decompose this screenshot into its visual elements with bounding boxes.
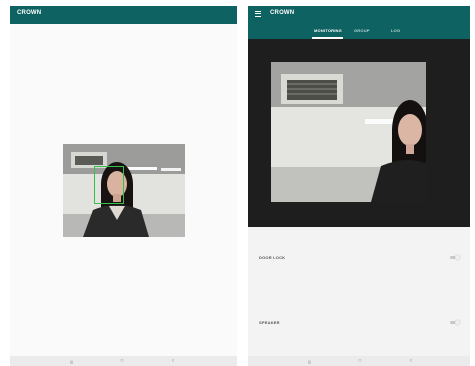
speaker-label: SPEAKER <box>259 320 280 325</box>
back-icon[interactable]: ‹ <box>172 358 174 364</box>
tab-bar: MONITORING GROUP LOG <box>248 26 470 39</box>
toggle-thumb <box>455 255 460 260</box>
tab-group[interactable]: GROUP <box>354 28 370 33</box>
app-bar: CROWN MONITORING GROUP LOG <box>248 6 470 39</box>
home-icon[interactable]: ○ <box>358 358 362 364</box>
face-detection-box <box>94 166 124 204</box>
door-lock-label: DOOR LOCK <box>259 255 286 260</box>
app-title: CROWN <box>270 10 295 16</box>
speaker-setting: SPEAKER <box>259 319 460 327</box>
live-camera-feed <box>271 62 426 202</box>
recent-apps-icon[interactable]: ||| <box>70 359 73 365</box>
monitoring-panel <box>248 39 470 227</box>
toggle-thumb <box>455 320 460 325</box>
app-bar: CROWN <box>10 6 237 24</box>
door-lock-setting: DOOR LOCK <box>259 254 460 262</box>
system-nav-bar: ||| ○ ‹ <box>248 356 470 366</box>
back-icon[interactable]: ‹ <box>410 358 412 364</box>
door-lock-toggle[interactable] <box>450 255 460 260</box>
tab-log[interactable]: LOG <box>391 28 400 33</box>
home-icon[interactable]: ○ <box>120 358 124 364</box>
system-nav-bar: ||| ○ ‹ <box>10 356 237 366</box>
face-detection-camera-feed <box>63 144 185 237</box>
recent-apps-icon[interactable]: ||| <box>308 359 311 365</box>
tab-monitoring[interactable]: MONITORING <box>314 28 342 33</box>
detection-screen: CROWN ||| ○ ‹ <box>10 6 237 366</box>
speaker-toggle[interactable] <box>450 320 460 325</box>
app-title: CROWN <box>17 10 42 16</box>
menu-icon[interactable] <box>255 11 261 17</box>
monitoring-screen: CROWN MONITORING GROUP LOG DOOR LOCK SPE… <box>248 6 470 366</box>
camera-image <box>271 62 426 202</box>
camera-image <box>63 144 185 237</box>
